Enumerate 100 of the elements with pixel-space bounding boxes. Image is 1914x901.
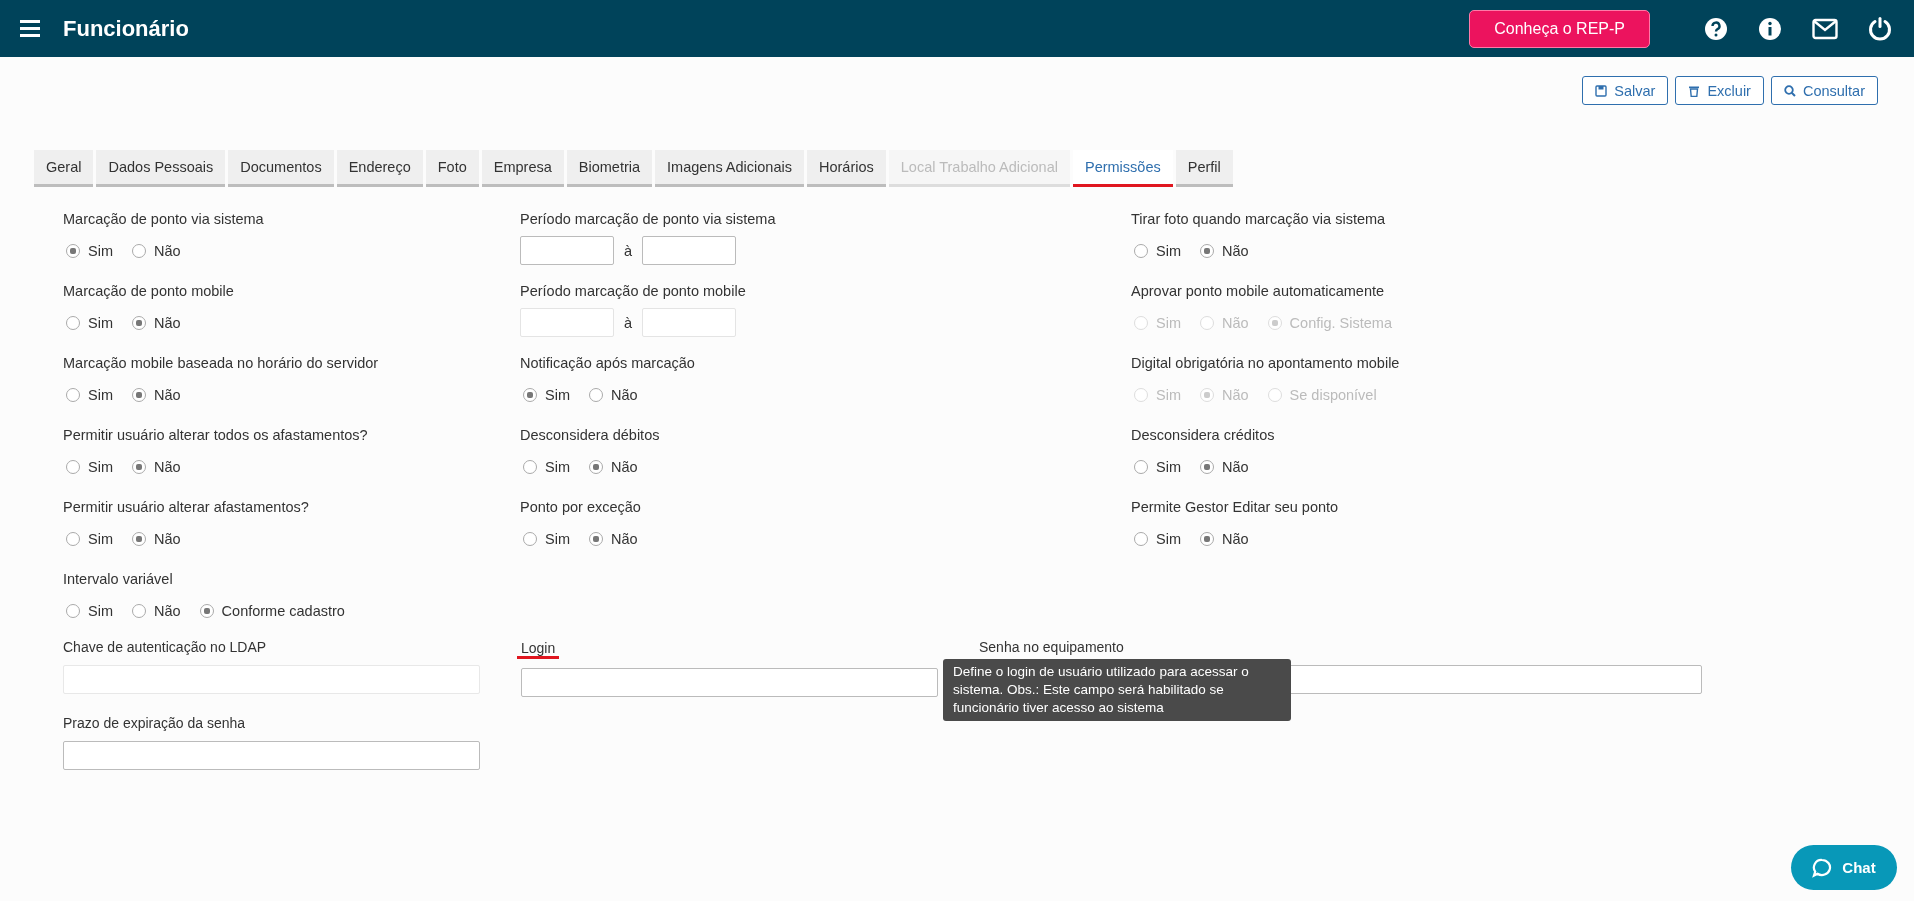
field-label: Aprovar ponto mobile automaticamente (1131, 282, 1386, 300)
tab[interactable]: Biometria (566, 150, 653, 187)
date-field[interactable] (642, 236, 737, 265)
field-label: Login (517, 641, 560, 659)
radio-button[interactable] (1134, 532, 1148, 546)
field-label: Marcação mobile baseada no horário do servidor (63, 354, 380, 372)
power-icon[interactable] (1868, 15, 1892, 42)
chat-icon (1812, 857, 1833, 878)
radio-button[interactable] (523, 460, 537, 474)
field-label: Período marcação de ponto mobile (520, 282, 747, 300)
field-label: Permite Gestor Editar seu ponto (1131, 498, 1340, 516)
field-label: Permitir usuário alterar todos os afastamentos? (63, 426, 369, 444)
radio-label: Não (1222, 531, 1249, 547)
radio-label: Não (154, 459, 181, 475)
field-label: Ponto por exceção (520, 498, 642, 516)
tooltip: Define o login de usuário utilizado para acessar o sistema. Obs.: Este campo será habilitado se funcionário tiver acesso ao sistema (943, 659, 1291, 721)
action-button[interactable]: Excluir (1675, 76, 1764, 105)
radio-button[interactable] (66, 460, 80, 474)
field-label: Chave de autenticação no LDAP (63, 638, 267, 656)
radio-button[interactable] (132, 388, 146, 402)
tab[interactable]: Imagens Adicionais (655, 150, 804, 187)
field-label: Digital obrigatória no apontamento mobile (1131, 354, 1401, 372)
radio-label: Sim (1156, 315, 1181, 331)
tab[interactable]: Perfil (1175, 150, 1233, 187)
radio-button[interactable] (1200, 460, 1214, 474)
radio-label: Sim (88, 387, 113, 403)
separator-text: à (624, 314, 633, 331)
radio-label: Sim (1156, 387, 1181, 403)
text-field[interactable] (521, 668, 938, 697)
radio-label: Não (1222, 387, 1249, 403)
mail-icon[interactable] (1812, 17, 1838, 40)
radio-label: Não (611, 531, 638, 547)
radio-label: Sim (1156, 243, 1181, 259)
field-label: Notificação após marcação (520, 354, 696, 372)
tab[interactable]: Dados Pessoais (96, 150, 226, 187)
tab[interactable]: Empresa (481, 150, 564, 187)
radio-button[interactable] (1134, 460, 1148, 474)
radio-button[interactable] (589, 460, 603, 474)
field-label: Marcação de ponto mobile (63, 282, 235, 300)
radio-label: Sim (1156, 531, 1181, 547)
field-label: Prazo de expiração da senha (63, 714, 246, 732)
radio-label: Sim (88, 315, 113, 331)
radio-button[interactable] (1134, 244, 1148, 258)
radio-label: Não (154, 243, 181, 259)
radio-label: Não (154, 531, 181, 547)
menu-icon[interactable] (20, 20, 40, 37)
info-icon[interactable] (1758, 16, 1782, 41)
radio-button[interactable] (1200, 532, 1214, 546)
radio-label: Não (1222, 243, 1249, 259)
radio-label: Não (1222, 315, 1249, 331)
radio-label: Sim (88, 459, 113, 475)
radio-button[interactable] (199, 604, 214, 618)
radio-label: Sim (545, 387, 570, 403)
help-icon[interactable] (1704, 16, 1728, 41)
tab[interactable]: Documentos (228, 150, 334, 187)
tab[interactable]: Foto (425, 150, 479, 187)
field-label: Permitir usuário alterar afastamentos? (63, 498, 310, 516)
radio-button[interactable] (132, 604, 146, 618)
radio-label: Sim (545, 531, 570, 547)
radio-label: Sim (1156, 459, 1181, 475)
text-field[interactable] (63, 741, 480, 770)
radio-button[interactable] (1200, 244, 1214, 258)
radio-label: Não (154, 387, 181, 403)
radio-button[interactable] (132, 532, 146, 546)
search-icon (1783, 84, 1796, 97)
radio-label: Sim (88, 243, 113, 259)
radio-button[interactable] (589, 532, 603, 546)
radio-label: Sim (545, 459, 570, 475)
radio-label: Se disponível (1289, 387, 1377, 403)
tab[interactable]: Horários (806, 150, 886, 187)
radio-label: Não (154, 603, 181, 619)
trash-icon (1688, 84, 1701, 97)
radio-button[interactable] (523, 388, 537, 402)
date-field[interactable] (520, 236, 614, 265)
radio-button[interactable] (66, 532, 80, 546)
radio-button[interactable] (66, 604, 80, 618)
action-button[interactable]: Consultar (1770, 76, 1878, 105)
radio-label: Não (154, 315, 181, 331)
radio-button[interactable] (132, 460, 146, 474)
field-label: Marcação de ponto via sistema (63, 210, 265, 228)
radio-button[interactable] (523, 532, 537, 546)
action-button[interactable]: Salvar (1582, 76, 1669, 105)
radio-label: Config. Sistema (1289, 315, 1392, 331)
save-icon (1595, 84, 1608, 97)
promo-button[interactable]: Conheça o REP-P (1469, 9, 1650, 48)
tab[interactable]: Endereço (336, 150, 423, 187)
radio-label: Conforme cadastro (221, 603, 345, 619)
radio-label: Não (611, 387, 638, 403)
field-label: Senha no equipamento (979, 638, 1124, 656)
separator-text: à (624, 242, 633, 259)
radio-button[interactable] (132, 316, 146, 330)
radio-label: Sim (88, 603, 113, 619)
field-label: Tirar foto quando marcação via sistema (1131, 210, 1387, 228)
radio-button[interactable] (66, 244, 80, 258)
radio-button[interactable] (132, 244, 146, 258)
radio-button[interactable] (589, 388, 603, 402)
radio-button[interactable] (66, 388, 80, 402)
tab[interactable]: Geral (34, 150, 94, 187)
radio-label: Não (611, 459, 638, 475)
radio-button[interactable] (66, 316, 80, 330)
